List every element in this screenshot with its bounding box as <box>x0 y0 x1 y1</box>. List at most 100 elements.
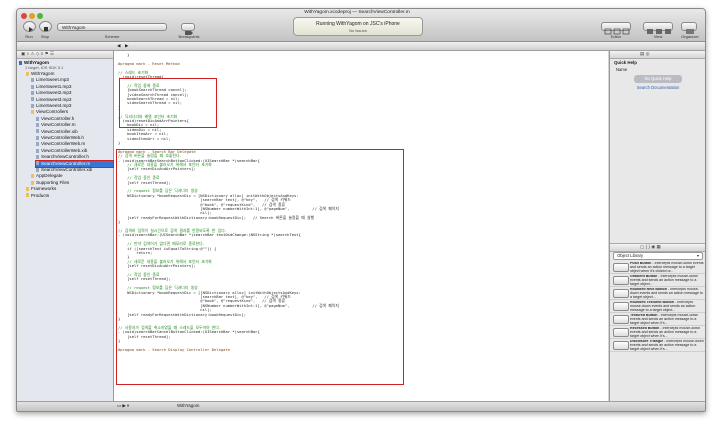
navigator-file[interactable]: LimeSweet1.mp3 <box>31 84 113 90</box>
folder-icon <box>26 193 29 198</box>
folder-icon <box>26 71 29 76</box>
navigator-item-label: SearchViewController.m <box>41 160 91 166</box>
highlight-reset-thread <box>119 78 217 128</box>
navigator-group[interactable]: Frameworks <box>26 186 113 192</box>
file-icon <box>31 78 34 83</box>
activity-viewer: Running WithYagom on JSC's iPhone No Iss… <box>293 17 423 36</box>
navigator-file[interactable]: ViewControllerWeb.xib <box>36 148 113 154</box>
navigator-item-label: LimeSweet1.mp3 <box>36 83 72 89</box>
navigator-group[interactable]: WithYagom <box>26 71 113 77</box>
file-icon <box>36 129 39 134</box>
library-item[interactable]: Textured Button - Intercepts mouse-down … <box>610 313 705 326</box>
navigator-item-label: ViewControllers <box>36 109 69 115</box>
file-icon <box>31 97 34 102</box>
navigator-group[interactable]: Supporting Files <box>31 180 113 186</box>
navigator-item-label: SearchViewController.xib <box>41 167 93 172</box>
inspector-tab-icons[interactable]: ▤ ◎ <box>640 51 650 57</box>
navigator-item-label: ViewController.h <box>41 115 75 121</box>
minimize-window-button[interactable] <box>29 13 35 19</box>
navigator-file[interactable]: ViewControllerWeb.h <box>36 135 113 141</box>
navigator-item-label: Frameworks <box>31 186 57 192</box>
library-item[interactable]: Rounded Textured Button - Intercepts mou… <box>610 300 705 313</box>
navigator-item-label: ViewController.m <box>41 122 76 128</box>
window-title: WithYagom.xcodeproj — SearchViewControll… <box>304 10 410 15</box>
file-icon <box>31 90 34 95</box>
navigator-file[interactable]: ViewControllerWeb.m <box>36 141 113 147</box>
nav-back-icon[interactable]: ◀ <box>117 43 120 49</box>
file-icon <box>36 142 39 147</box>
navigator-item-label: ViewControllerWeb.m <box>41 141 86 147</box>
navigator-item-label: LimeSweet.mp3 <box>36 77 69 83</box>
editor-mode-control[interactable] <box>601 22 631 35</box>
source-editor[interactable]: } #pragma mark - Reset Method// 스레드 초기화 - … <box>114 51 608 401</box>
navigator-file[interactable]: LimeSweet4.mp3 <box>31 103 113 109</box>
search-documentation-link[interactable]: Search Documentation <box>610 85 705 90</box>
library-selector-bar: ▢ { } ◉ ▦ <box>610 243 705 252</box>
editor-label: Editor <box>610 34 622 39</box>
folder-icon <box>31 110 34 115</box>
run-button[interactable] <box>23 21 36 32</box>
navigator-file[interactable]: LimeSweet2.mp3 <box>31 90 113 96</box>
activity-issues: No Issues <box>349 28 367 33</box>
code-line: #pragma mark - Reset Method <box>118 60 180 66</box>
library-tab-icons[interactable]: ▢ { } ◉ ▦ <box>640 244 661 250</box>
code-line: videoItemArr = nil; <box>118 135 171 141</box>
code-line: } <box>118 52 130 57</box>
library-item[interactable]: Disclosure Triangle - Intercepts mouse-d… <box>610 339 705 352</box>
jump-bar: ◀ ▶ WithYagomWithYagomViewControllersSea… <box>17 42 705 57</box>
inspector-selector-bar: ▤ ◎ <box>610 51 705 59</box>
navigator-file[interactable]: SearchViewController.m <box>35 159 114 168</box>
scheme-selector[interactable]: WithYagom <box>57 23 167 31</box>
file-icon <box>36 167 39 172</box>
breakpoints-button[interactable] <box>181 23 195 35</box>
navigator-file[interactable]: LimeSweet.mp3 <box>31 77 113 83</box>
navigator-item-label: LimeSweet2.mp3 <box>36 90 72 96</box>
folder-tab-icon[interactable]: ▣ ⌕ ⚠ ◇ ≡ ⚑ ☰ <box>21 51 54 57</box>
navigator-item-label: Supporting Files <box>36 179 70 185</box>
navigator-item-label: ViewControllerWeb.h <box>41 135 84 140</box>
breakpoints-label: Breakpoints <box>178 34 200 39</box>
debug-toggle-icon[interactable]: ▭ ▶ ⏸ <box>117 403 129 409</box>
scheme-value: WithYagom <box>62 25 86 30</box>
stop-button[interactable] <box>39 21 52 32</box>
object-library-select[interactable]: Object Library ▾ <box>613 252 703 260</box>
organizer-button[interactable] <box>681 22 697 34</box>
utilities-pane: ▤ ◎ Quick Help Name No Quick Help Search… <box>609 51 705 401</box>
highlight-search-bar-delegate <box>116 149 404 385</box>
no-quick-help-box: No Quick Help <box>634 75 682 83</box>
run-label: Run <box>25 34 33 39</box>
navigator-item-label: Products <box>31 192 50 198</box>
navigator-file[interactable]: ViewController.xib <box>36 129 113 135</box>
debug-target-label: WithYagom <box>177 403 200 408</box>
navigator-group[interactable]: ViewControllers <box>31 109 113 115</box>
library-item[interactable]: Recessed Button - Intercepts mouse-down … <box>610 326 705 339</box>
file-icon <box>31 103 34 108</box>
file-icon <box>36 116 39 121</box>
library-item[interactable]: Gradient Button - Intercepts mouse-down … <box>610 274 705 287</box>
navigator-group[interactable]: Products <box>26 193 113 199</box>
library-item[interactable]: Rounded Rect Button - Intercepts mouse-d… <box>610 287 705 300</box>
view-label: View <box>653 34 663 39</box>
folder-icon <box>31 174 34 179</box>
file-icon <box>36 154 39 159</box>
close-window-button[interactable] <box>21 13 27 19</box>
file-icon <box>36 161 39 166</box>
xcode-window: Run Stop WithYagom Scheme Breakpoints Ru… <box>16 8 706 412</box>
navigator-file[interactable]: SearchViewController.h <box>36 154 113 160</box>
navigator-file[interactable]: LimeSweet3.mp3 <box>31 97 113 103</box>
navigator-file[interactable]: SearchViewController.xib <box>36 167 113 173</box>
view-control[interactable] <box>643 22 673 34</box>
navigator-item-label: ViewControllerWeb.xib <box>41 147 88 153</box>
nav-forward-icon[interactable]: ▶ <box>125 43 128 49</box>
navigator-file[interactable]: ViewController.h <box>36 116 113 122</box>
project-navigator: ▣ ⌕ ⚠ ◇ ≡ ⚑ ☰ WithYagom 1 target, iOS SD… <box>17 51 114 401</box>
toolbar: Run Stop WithYagom Scheme Breakpoints Ru… <box>17 9 705 42</box>
navigator-file[interactable]: ViewController.m <box>36 122 113 128</box>
button-thumbnail-icon <box>613 315 629 324</box>
zoom-window-button[interactable] <box>37 13 43 19</box>
navigator-item-label: WithYagom <box>31 71 55 76</box>
navigator-group[interactable]: AppDelegate <box>31 173 113 179</box>
file-icon <box>31 84 34 89</box>
navigator-item-label: ViewController.xib <box>41 128 78 134</box>
library-item[interactable]: Push Button - Intercepts mouse-down even… <box>610 261 705 274</box>
